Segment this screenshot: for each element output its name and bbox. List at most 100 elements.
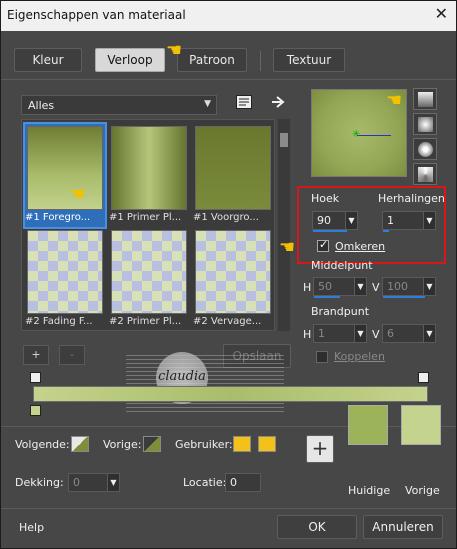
gallery-item[interactable]: #2 Primer Pl... xyxy=(109,228,189,331)
gradient-gallery: #1 Foregro... ☛ #1 Primer Pl... #1 Voorg… xyxy=(21,119,275,331)
center-v-value: 100 xyxy=(387,280,408,293)
chevron-down-icon[interactable]: ▼ xyxy=(354,325,366,342)
following-color-swatch[interactable] xyxy=(71,436,89,452)
window-title: Eigenschappen van materiaal xyxy=(7,8,186,22)
gallery-item-label: #1 Voorgro... xyxy=(193,212,259,223)
pointing-hand-icon: ☛ xyxy=(386,90,403,111)
gallery-item-label: #2 Vervage... xyxy=(193,316,262,327)
center-h-value: 50 xyxy=(318,280,332,293)
repeats-spinner[interactable]: 1 ▼ xyxy=(382,211,436,232)
color-stop-left[interactable] xyxy=(30,405,41,416)
transparency-stop-right[interactable] xyxy=(418,372,429,383)
gallery-item[interactable]: #2 Vervage... xyxy=(193,228,273,331)
gallery-item-label: #2 Primer Pl... xyxy=(109,316,182,327)
focal-v-spinner[interactable]: 6 ▼ xyxy=(382,324,436,343)
invert-label: Omkeren xyxy=(335,240,386,253)
location-field[interactable]: 0 xyxy=(225,473,261,492)
user-color-swatch-1[interactable] xyxy=(233,436,251,452)
remove-gradient-button[interactable]: - xyxy=(59,345,85,365)
tab-divider xyxy=(260,51,261,71)
tab-texture[interactable]: Textuur xyxy=(273,48,345,72)
linear-gradient-icon xyxy=(418,92,433,107)
current-label: Huidige xyxy=(348,484,391,497)
divider xyxy=(1,79,456,80)
gallery-scrollbar[interactable] xyxy=(278,119,290,331)
opacity-label: Dekking: xyxy=(15,476,64,489)
focal-h-spinner[interactable]: 1 ▼ xyxy=(313,324,367,343)
gradient-thumbnail xyxy=(27,126,103,210)
focal-h-label: H xyxy=(303,328,312,341)
chevron-down-icon[interactable]: ▼ xyxy=(107,474,119,491)
value-bar xyxy=(383,230,389,232)
angle-spinner[interactable]: 90 ▼ xyxy=(312,211,358,232)
chevron-down-icon[interactable]: ▼ xyxy=(354,278,366,295)
value-bar xyxy=(383,296,425,298)
gradient-editor-icon[interactable] xyxy=(235,94,253,110)
value-bar xyxy=(314,296,340,298)
material-properties-dialog: Eigenschappen van materiaal ✕ Kleur Verl… xyxy=(0,0,457,549)
previous-color-box[interactable] xyxy=(401,405,441,445)
divider xyxy=(1,508,456,509)
gradient-ramp[interactable] xyxy=(33,386,428,402)
opacity-spinner[interactable]: 0 ▼ xyxy=(68,473,120,492)
location-value: 0 xyxy=(230,476,237,489)
close-icon[interactable]: ✕ xyxy=(435,4,448,23)
gallery-item-label: #2 Fading F... xyxy=(25,316,93,327)
focal-label: Brandpunt xyxy=(311,305,370,318)
gallery-item[interactable]: #1 Primer Pl... xyxy=(109,124,189,227)
tab-bar: Kleur Verloop Patroon Textuur ☛ xyxy=(1,37,456,75)
category-value: Alles xyxy=(28,99,55,112)
add-color-button[interactable]: + xyxy=(306,435,334,463)
title-bar: Eigenschappen van materiaal ✕ xyxy=(1,1,456,31)
gallery-item[interactable]: #1 Foregro... ☛ xyxy=(23,122,107,229)
cancel-button[interactable]: Annuleren xyxy=(363,515,443,539)
scrollbar-thumb[interactable] xyxy=(280,133,288,147)
center-v-label: V xyxy=(372,281,380,294)
gradient-thumbnail xyxy=(27,230,103,314)
rectangular-style-button[interactable] xyxy=(413,113,437,135)
chevron-down-icon[interactable]: ▼ xyxy=(423,325,435,342)
center-marker-icon: ✳ xyxy=(352,129,361,140)
focal-h-value: 1 xyxy=(318,327,325,340)
tab-gradient[interactable]: Verloop xyxy=(95,48,165,72)
angle-label: Hoek xyxy=(311,192,340,205)
category-dropdown[interactable]: Alles ▼ xyxy=(21,95,217,115)
following-label: Volgende: xyxy=(15,438,70,451)
radial-style-button[interactable] xyxy=(413,163,437,185)
add-gradient-button[interactable]: + xyxy=(23,345,49,365)
chevron-down-icon: ▼ xyxy=(204,99,211,109)
tab-color[interactable]: Kleur xyxy=(14,48,82,72)
focal-v-label: V xyxy=(372,328,380,341)
gradient-thumbnail xyxy=(195,230,271,314)
help-link[interactable]: Help xyxy=(19,521,44,534)
angle-line xyxy=(357,135,391,136)
user-label: Gebruiker: xyxy=(175,438,233,451)
user-color-swatch-2[interactable] xyxy=(258,436,276,452)
previous-color-swatch[interactable] xyxy=(143,436,161,452)
previous-swatch-label: Vorige xyxy=(405,484,440,497)
location-label: Locatie: xyxy=(183,476,227,489)
gallery-item[interactable]: #2 Fading F... xyxy=(25,228,105,331)
tab-pattern[interactable]: Patroon xyxy=(177,48,247,72)
gradient-preview[interactable]: ✳ ☛ xyxy=(311,89,407,177)
linear-style-button[interactable] xyxy=(413,88,437,110)
chevron-down-icon[interactable]: ▼ xyxy=(345,212,357,229)
current-color-swatch[interactable] xyxy=(348,405,388,445)
angle-value: 90 xyxy=(317,214,331,227)
repeats-label: Herhalingen xyxy=(378,192,445,205)
gallery-item[interactable]: #1 Voorgro... xyxy=(193,124,273,227)
chevron-down-icon[interactable]: ▼ xyxy=(423,212,435,229)
chevron-down-icon[interactable]: ▼ xyxy=(423,278,435,295)
gallery-item-label: #1 Primer Pl... xyxy=(109,212,182,223)
center-v-spinner[interactable]: 100 ▼ xyxy=(382,277,436,298)
link-label: Koppelen xyxy=(334,350,385,363)
ok-button[interactable]: OK xyxy=(277,515,357,539)
arrow-right-icon[interactable] xyxy=(271,95,285,109)
gradient-thumbnail xyxy=(111,230,187,314)
invert-checkbox[interactable]: ✓ xyxy=(317,238,329,252)
sunburst-style-button[interactable] xyxy=(413,138,437,160)
focal-v-value: 6 xyxy=(387,327,394,340)
link-checkbox[interactable] xyxy=(316,351,328,363)
center-h-spinner[interactable]: 50 ▼ xyxy=(313,277,367,298)
transparency-stop-left[interactable] xyxy=(30,372,41,383)
